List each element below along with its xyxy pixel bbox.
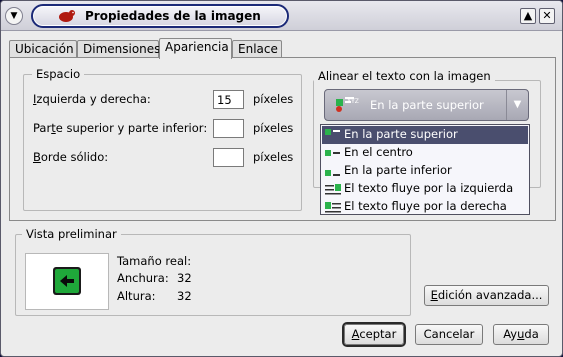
list-item-label: El texto fluye por la derecha [344, 199, 507, 213]
top-bottom-spacing-input[interactable] [213, 119, 244, 138]
align-top-icon: XYZ [336, 97, 359, 112]
left-right-spacing-input[interactable]: 15 [213, 90, 244, 109]
real-size-label: Tamaño real: [117, 254, 192, 268]
title-bar: ▼ Propiedades de la imagen ▲ ✕ [1, 1, 562, 31]
list-item-label: En el centro [344, 145, 413, 159]
image-properties-dialog: ▼ Propiedades de la imagen ▲ ✕ Ubicación… [0, 0, 563, 357]
border-unit: píxeles [253, 150, 294, 164]
advanced-edit-button[interactable]: Edición avanzada... [424, 285, 549, 306]
tab-enlace[interactable]: Enlace [232, 40, 282, 58]
preview-group-title: Vista preliminar [22, 227, 121, 241]
help-button[interactable]: Ayuda [493, 324, 549, 345]
width-value: 32 [177, 271, 192, 285]
app-logo-icon [59, 10, 75, 22]
title-pill: Propiedades de la imagen [31, 4, 289, 28]
left-right-label: Izquierda y derecha: [33, 92, 151, 106]
spacing-group-title: Espacio [32, 67, 85, 81]
align-bottom-icon [325, 170, 340, 176]
list-item[interactable]: En la parte inferior [322, 162, 528, 180]
list-item-label: En la parte inferior [344, 163, 452, 177]
align-dropdown-list: En la parte superior En el centro En la … [320, 124, 530, 215]
wrap-right-icon [325, 202, 341, 213]
height-value: 32 [177, 289, 192, 303]
chevron-down-icon[interactable]: ▼ [506, 90, 528, 120]
accept-button[interactable]: Aceptar [344, 324, 404, 345]
list-item[interactable]: En el centro [322, 144, 528, 162]
left-right-unit: píxeles [253, 92, 294, 106]
close-button[interactable]: ✕ [539, 8, 555, 24]
align-top-icon [325, 129, 340, 135]
tab-apariencia[interactable]: Apariencia [159, 38, 232, 59]
list-item[interactable]: El texto fluye por la derecha [322, 198, 528, 216]
width-label: Anchura: [117, 271, 169, 285]
tab-dimensiones[interactable]: Dimensiones [77, 40, 160, 58]
top-bottom-unit: píxeles [253, 121, 294, 135]
image-preview [25, 253, 109, 310]
list-item[interactable]: En la parte superior [322, 126, 528, 144]
border-label: Borde sólido: [33, 150, 109, 164]
tab-ubicacion[interactable]: Ubicación [9, 40, 77, 58]
window-menu-button[interactable]: ▼ [5, 7, 23, 25]
preview-image-icon [53, 267, 81, 295]
top-bottom-label: Parte superior y parte inferior: [33, 121, 208, 135]
height-label: Altura: [117, 289, 156, 303]
list-item-label: En la parte superior [344, 127, 458, 141]
align-select[interactable]: XYZ En la parte superior ▼ [324, 89, 529, 121]
border-input[interactable] [213, 148, 244, 167]
list-item[interactable]: El texto fluye por la izquierda [322, 180, 528, 198]
cancel-button[interactable]: Cancelar [415, 324, 483, 345]
minimize-button[interactable]: ▲ [520, 8, 536, 24]
svg-text:XYZ: XYZ [347, 98, 359, 105]
align-group-title: Alinear el texto con la imagen [314, 69, 495, 83]
list-item-label: El texto fluye por la izquierda [344, 181, 514, 195]
align-center-icon [325, 150, 340, 156]
wrap-left-icon [325, 184, 341, 195]
align-select-value: En la parte superior [370, 98, 484, 112]
window-title: Propiedades de la imagen [85, 9, 261, 23]
